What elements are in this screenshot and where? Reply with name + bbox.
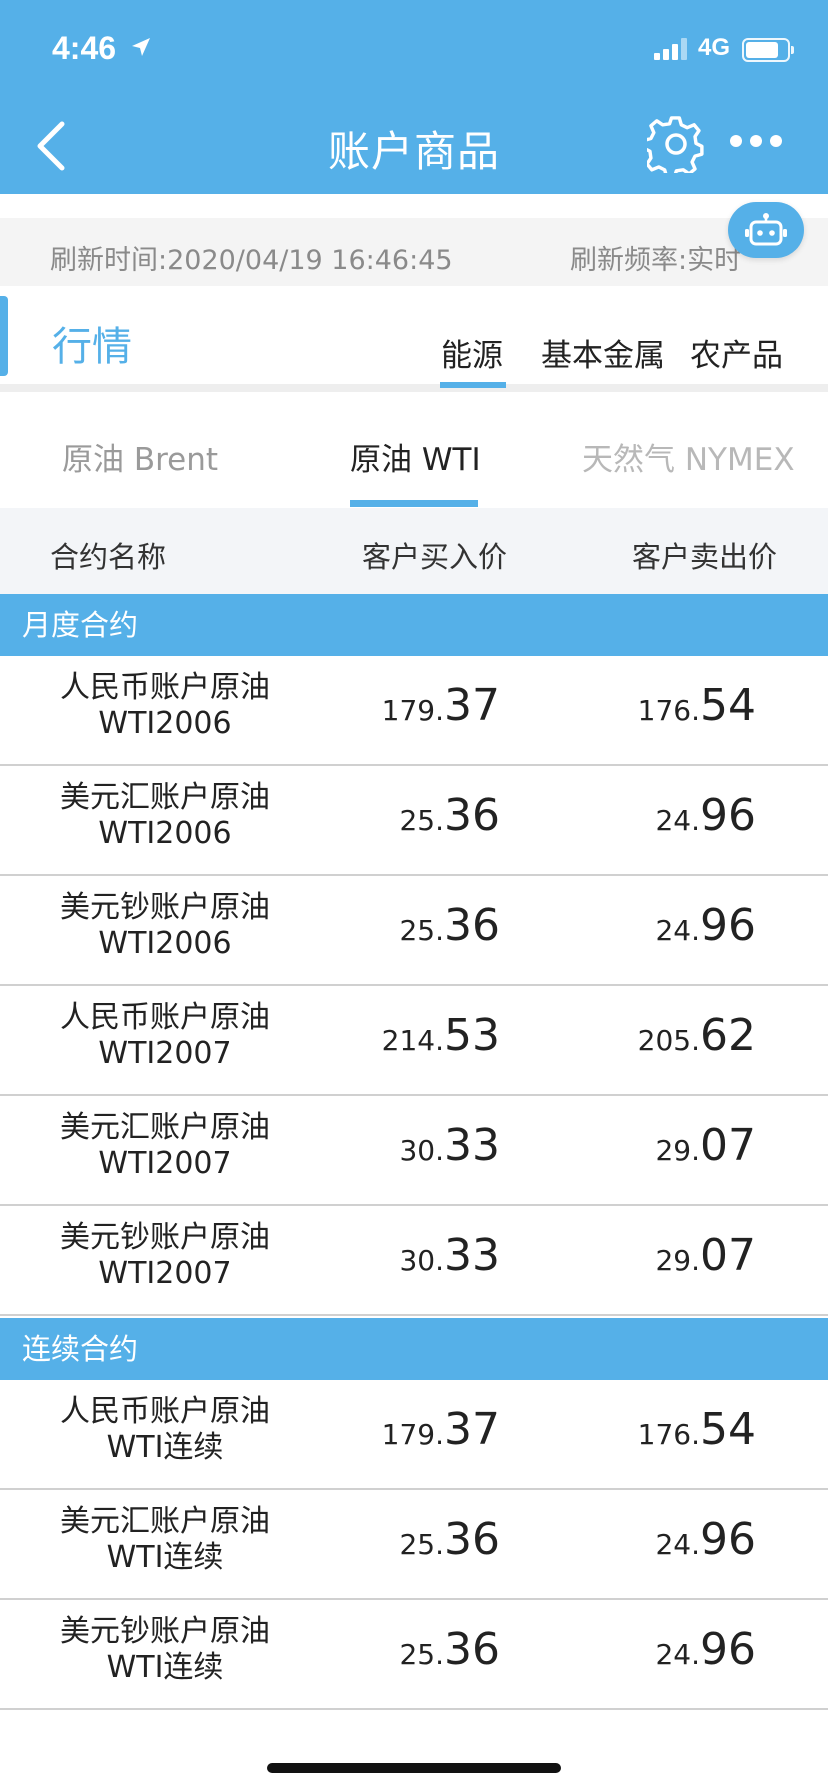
market-title: 行情 bbox=[52, 324, 132, 370]
category-tab-indicator bbox=[440, 382, 506, 388]
location-arrow-icon bbox=[132, 38, 150, 56]
tab-natural-gas[interactable]: 天然气 NYMEX bbox=[582, 434, 795, 479]
contract-name: 美元钞账户原油 WTI2006 bbox=[60, 890, 270, 961]
more-icon[interactable] bbox=[730, 135, 782, 147]
battery-icon bbox=[742, 38, 794, 62]
table-row[interactable]: 人民币账户原油 WTI2006 179.37 176.54 bbox=[0, 656, 828, 766]
buy-price: 25.36 bbox=[399, 900, 500, 951]
contract-name: 美元钞账户原油 WTI2007 bbox=[60, 1220, 270, 1291]
buy-price: 179.37 bbox=[381, 680, 500, 731]
signal-icon bbox=[654, 38, 687, 60]
buy-price: 214.53 bbox=[381, 1010, 500, 1061]
buy-price: 25.36 bbox=[399, 790, 500, 841]
buy-price: 25.36 bbox=[399, 1624, 500, 1675]
robot-icon[interactable] bbox=[728, 202, 804, 258]
sell-price: 24.96 bbox=[655, 900, 756, 951]
section-header-continuous: 连续合约 bbox=[0, 1318, 828, 1380]
tab-wti[interactable]: 原油 WTI bbox=[350, 434, 481, 479]
table-row[interactable]: 美元钞账户原油 WTI2006 25.36 24.96 bbox=[0, 876, 828, 986]
market-category-row: 行情 能源 基本金属 农产品 bbox=[0, 286, 828, 392]
sell-price: 205.62 bbox=[637, 1010, 756, 1061]
contract-name: 美元汇账户原油 WTI2006 bbox=[60, 780, 270, 851]
contract-name: 人民币账户原油 WTI2007 bbox=[60, 1000, 270, 1071]
app-header: 4:46 4G 账户商品 bbox=[0, 0, 828, 194]
table-row[interactable]: 美元汇账户原油 WTI2006 25.36 24.96 bbox=[0, 766, 828, 876]
sell-price: 29.07 bbox=[655, 1120, 756, 1171]
refresh-frequency[interactable]: 刷新频率:实时 bbox=[570, 238, 741, 277]
table-row[interactable]: 人民币账户原油 WTI连续 179.37 176.54 bbox=[0, 1380, 828, 1490]
sell-price: 24.96 bbox=[655, 1624, 756, 1675]
column-header-sell: 客户卖出价 bbox=[632, 540, 778, 574]
tab-agriculture[interactable]: 农产品 bbox=[690, 330, 783, 375]
table-header: 合约名称 客户买入价 客户卖出价 bbox=[0, 508, 828, 594]
sell-price: 176.54 bbox=[637, 680, 756, 731]
buy-price: 30.33 bbox=[399, 1230, 500, 1281]
contract-name: 人民币账户原油 WTI2006 bbox=[60, 670, 270, 741]
contract-name: 人民币账户原油 WTI连续 bbox=[60, 1394, 270, 1465]
sell-price: 24.96 bbox=[655, 1514, 756, 1565]
tab-energy[interactable]: 能源 bbox=[441, 330, 503, 375]
section-header-monthly: 月度合约 bbox=[0, 594, 828, 656]
contract-name: 美元汇账户原油 WTI连续 bbox=[60, 1504, 270, 1575]
tab-base-metals[interactable]: 基本金属 bbox=[541, 330, 665, 375]
refresh-time: 刷新时间:2020/04/19 16:46:45 bbox=[50, 245, 453, 276]
contract-name: 美元汇账户原油 WTI2007 bbox=[60, 1110, 270, 1181]
table-row[interactable]: 美元钞账户原油 WTI连续 25.36 24.96 bbox=[0, 1600, 828, 1710]
refresh-bar: 刷新时间:2020/04/19 16:46:45 刷新频率:实时 bbox=[0, 218, 828, 286]
sub-tab-bar: 原油 Brent 原油 WTI 天然气 NYMEX bbox=[0, 400, 828, 508]
sell-price: 176.54 bbox=[637, 1404, 756, 1455]
sell-price: 29.07 bbox=[655, 1230, 756, 1281]
table-row[interactable]: 美元汇账户原油 WTI2007 30.33 29.07 bbox=[0, 1096, 828, 1206]
contract-name: 美元钞账户原油 WTI连续 bbox=[60, 1614, 270, 1685]
status-time: 4:46 bbox=[52, 30, 117, 66]
sell-price: 24.96 bbox=[655, 790, 756, 841]
table-row[interactable]: 美元钞账户原油 WTI2007 30.33 29.07 bbox=[0, 1206, 828, 1316]
buy-price: 179.37 bbox=[381, 1404, 500, 1455]
home-indicator[interactable] bbox=[267, 1763, 561, 1773]
table-row[interactable]: 美元汇账户原油 WTI连续 25.36 24.96 bbox=[0, 1490, 828, 1600]
tab-brent[interactable]: 原油 Brent bbox=[62, 434, 218, 479]
table-row[interactable]: 人民币账户原油 WTI2007 214.53 205.62 bbox=[0, 986, 828, 1096]
gear-icon[interactable] bbox=[647, 115, 705, 173]
buy-price: 30.33 bbox=[399, 1120, 500, 1171]
section-marker bbox=[0, 296, 8, 376]
buy-price: 25.36 bbox=[399, 1514, 500, 1565]
network-type: 4G bbox=[698, 34, 731, 61]
column-header-buy: 客户买入价 bbox=[362, 540, 508, 574]
sub-tab-indicator bbox=[350, 500, 478, 507]
column-header-name: 合约名称 bbox=[50, 540, 167, 574]
